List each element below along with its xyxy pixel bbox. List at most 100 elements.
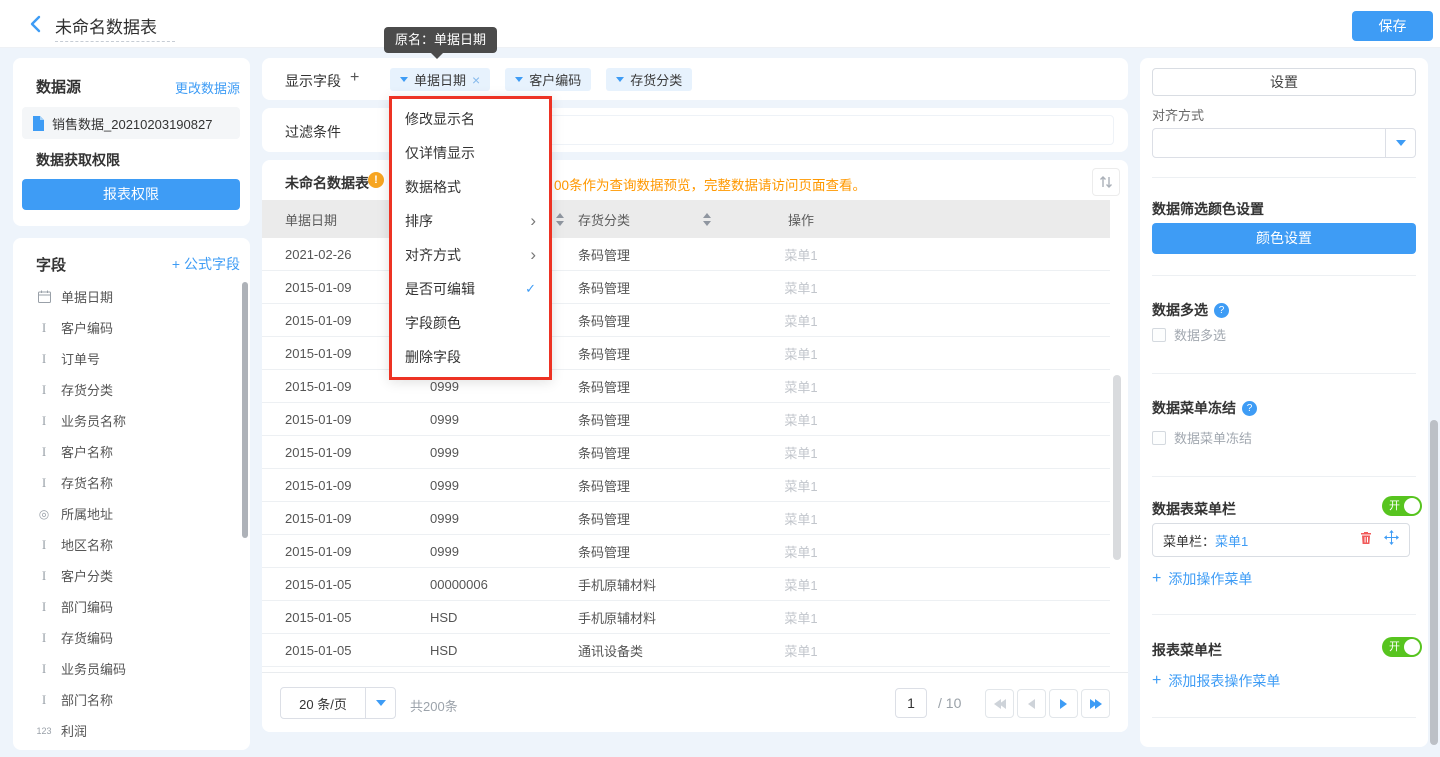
- action-menu-button[interactable]: 菜单1: [725, 535, 877, 567]
- field-item[interactable]: I客户名称: [13, 436, 250, 467]
- field-item[interactable]: I客户编码: [13, 312, 250, 343]
- menu-item[interactable]: 仅详情显示: [392, 136, 549, 170]
- field-item[interactable]: I地区名称: [13, 529, 250, 560]
- action-menu-button[interactable]: 菜单1: [725, 568, 877, 600]
- field-item-label: 单据日期: [61, 287, 113, 306]
- action-menu-button[interactable]: 菜单1: [725, 502, 877, 534]
- align-select[interactable]: [1152, 128, 1416, 158]
- prev-page-button[interactable]: [1017, 689, 1046, 718]
- column-header-category[interactable]: 存货分类: [568, 200, 725, 238]
- page-size-select[interactable]: 20 条/页: [280, 687, 396, 719]
- cell-date: 2015-01-09: [262, 436, 422, 468]
- text-field-icon: I: [36, 475, 52, 491]
- field-item-label: 存货编码: [61, 628, 113, 647]
- field-item[interactable]: I客户分类: [13, 560, 250, 591]
- field-item[interactable]: I 存货编码: [13, 622, 250, 653]
- action-menu-button[interactable]: 菜单1: [725, 337, 877, 369]
- align-select-value: [1153, 129, 1385, 157]
- page-number-input[interactable]: [895, 688, 927, 718]
- chevron-down-icon[interactable]: [616, 77, 624, 82]
- menu-item[interactable]: 对齐方式: [392, 238, 549, 272]
- menu-freeze-checkbox-row[interactable]: 数据菜单冻结: [1152, 428, 1252, 447]
- add-action-menu-link[interactable]: 添加操作菜单: [1152, 569, 1252, 589]
- action-menu-button[interactable]: 菜单1: [725, 469, 877, 501]
- menu-item[interactable]: 删除字段: [392, 340, 549, 374]
- change-datasource-link[interactable]: 更改数据源: [175, 78, 240, 97]
- page-size-dropdown[interactable]: [365, 688, 395, 718]
- number-icon: 123: [36, 726, 52, 736]
- back-button[interactable]: [26, 14, 46, 34]
- page-title[interactable]: 未命名数据表: [55, 13, 157, 38]
- sort-carets-icon[interactable]: [556, 213, 564, 226]
- report-permission-button[interactable]: 报表权限: [22, 179, 240, 210]
- settings-button[interactable]: 设置: [1152, 68, 1416, 96]
- menu-item[interactable]: 数据格式: [392, 170, 549, 204]
- action-menu-button[interactable]: 菜单1: [725, 370, 877, 402]
- field-item-label: 地区名称: [61, 535, 113, 554]
- table-scrollbar[interactable]: [1113, 375, 1121, 560]
- action-menu-button[interactable]: 菜单1: [725, 238, 877, 270]
- menubar-item[interactable]: 菜单栏： 菜单1: [1152, 523, 1410, 557]
- action-menu-button[interactable]: 菜单1: [725, 304, 877, 336]
- add-formula-field-button[interactable]: 公式字段: [172, 254, 240, 274]
- access-title: 数据获取权限: [36, 150, 120, 170]
- next-page-button[interactable]: [1049, 689, 1078, 718]
- delete-icon[interactable]: [1359, 531, 1373, 550]
- field-item[interactable]: I存货分类: [13, 374, 250, 405]
- field-item[interactable]: 123利润: [13, 715, 250, 746]
- move-icon[interactable]: [1384, 530, 1399, 550]
- field-item[interactable]: I部门编码: [13, 591, 250, 622]
- action-menu-button[interactable]: 菜单1: [725, 436, 877, 468]
- close-icon[interactable]: [472, 73, 480, 87]
- color-settings-button[interactable]: 颜色设置: [1152, 223, 1416, 254]
- chevron-down-icon[interactable]: [400, 77, 408, 82]
- field-item[interactable]: I业务员编码: [13, 653, 250, 684]
- display-field-chip[interactable]: 单据日期: [390, 68, 490, 91]
- cell-customer-code: 00000006: [422, 568, 568, 600]
- menu-item-label: 修改显示名: [405, 109, 475, 129]
- field-item[interactable]: I业务员名称: [13, 405, 250, 436]
- location-icon: ◎: [36, 507, 52, 521]
- checkbox-icon[interactable]: [1152, 328, 1166, 342]
- add-report-menu-link[interactable]: 添加报表操作菜单: [1152, 671, 1280, 691]
- action-menu-button[interactable]: 菜单1: [725, 634, 877, 666]
- datasource-file[interactable]: 销售数据_20210203190827: [22, 107, 240, 139]
- field-item[interactable]: I订单号: [13, 343, 250, 374]
- window-scrollbar[interactable]: [1430, 420, 1438, 745]
- checkbox-icon[interactable]: [1152, 431, 1166, 445]
- align-label: 对齐方式: [1152, 105, 1204, 124]
- action-menu-button[interactable]: 菜单1: [725, 271, 877, 303]
- filter-color-title: 数据筛选颜色设置: [1152, 199, 1264, 219]
- text-field-icon: I: [36, 630, 52, 646]
- table-menubar-toggle[interactable]: 开: [1382, 496, 1422, 516]
- align-select-dropdown[interactable]: [1385, 129, 1415, 157]
- sort-carets-icon[interactable]: [703, 213, 711, 226]
- field-item[interactable]: ◎所属地址: [13, 498, 250, 529]
- menu-item[interactable]: 是否可编辑: [392, 272, 549, 306]
- field-item[interactable]: I存货名称: [13, 467, 250, 498]
- save-button[interactable]: 保存: [1352, 11, 1433, 41]
- add-display-field-button[interactable]: [350, 69, 359, 87]
- cell-empty: [877, 370, 1110, 402]
- display-field-chip[interactable]: 客户编码: [505, 68, 591, 91]
- display-field-chip[interactable]: 存货分类: [606, 68, 692, 91]
- multi-select-checkbox-row[interactable]: 数据多选: [1152, 325, 1226, 344]
- action-menu-button[interactable]: 菜单1: [725, 601, 877, 633]
- menu-item[interactable]: 修改显示名: [392, 102, 549, 136]
- column-sort-button[interactable]: [1092, 168, 1120, 196]
- report-menubar-toggle[interactable]: 开: [1382, 637, 1422, 657]
- field-item[interactable]: I部门名称: [13, 684, 250, 715]
- field-item[interactable]: 单据日期: [13, 281, 250, 312]
- first-page-button[interactable]: [985, 689, 1014, 718]
- cell-category: 条码管理: [568, 502, 725, 534]
- action-menu-button[interactable]: 菜单1: [725, 403, 877, 435]
- menu-item[interactable]: 字段颜色: [392, 306, 549, 340]
- help-icon[interactable]: [1242, 401, 1257, 416]
- menubar-item-name[interactable]: 菜单1: [1215, 531, 1248, 550]
- cell-category: 通讯设备类: [568, 634, 725, 666]
- chevron-down-icon[interactable]: [515, 77, 523, 82]
- fields-scrollbar[interactable]: [242, 282, 248, 538]
- menu-item[interactable]: 排序: [392, 204, 549, 238]
- last-page-button[interactable]: [1081, 689, 1110, 718]
- help-icon[interactable]: [1214, 303, 1229, 318]
